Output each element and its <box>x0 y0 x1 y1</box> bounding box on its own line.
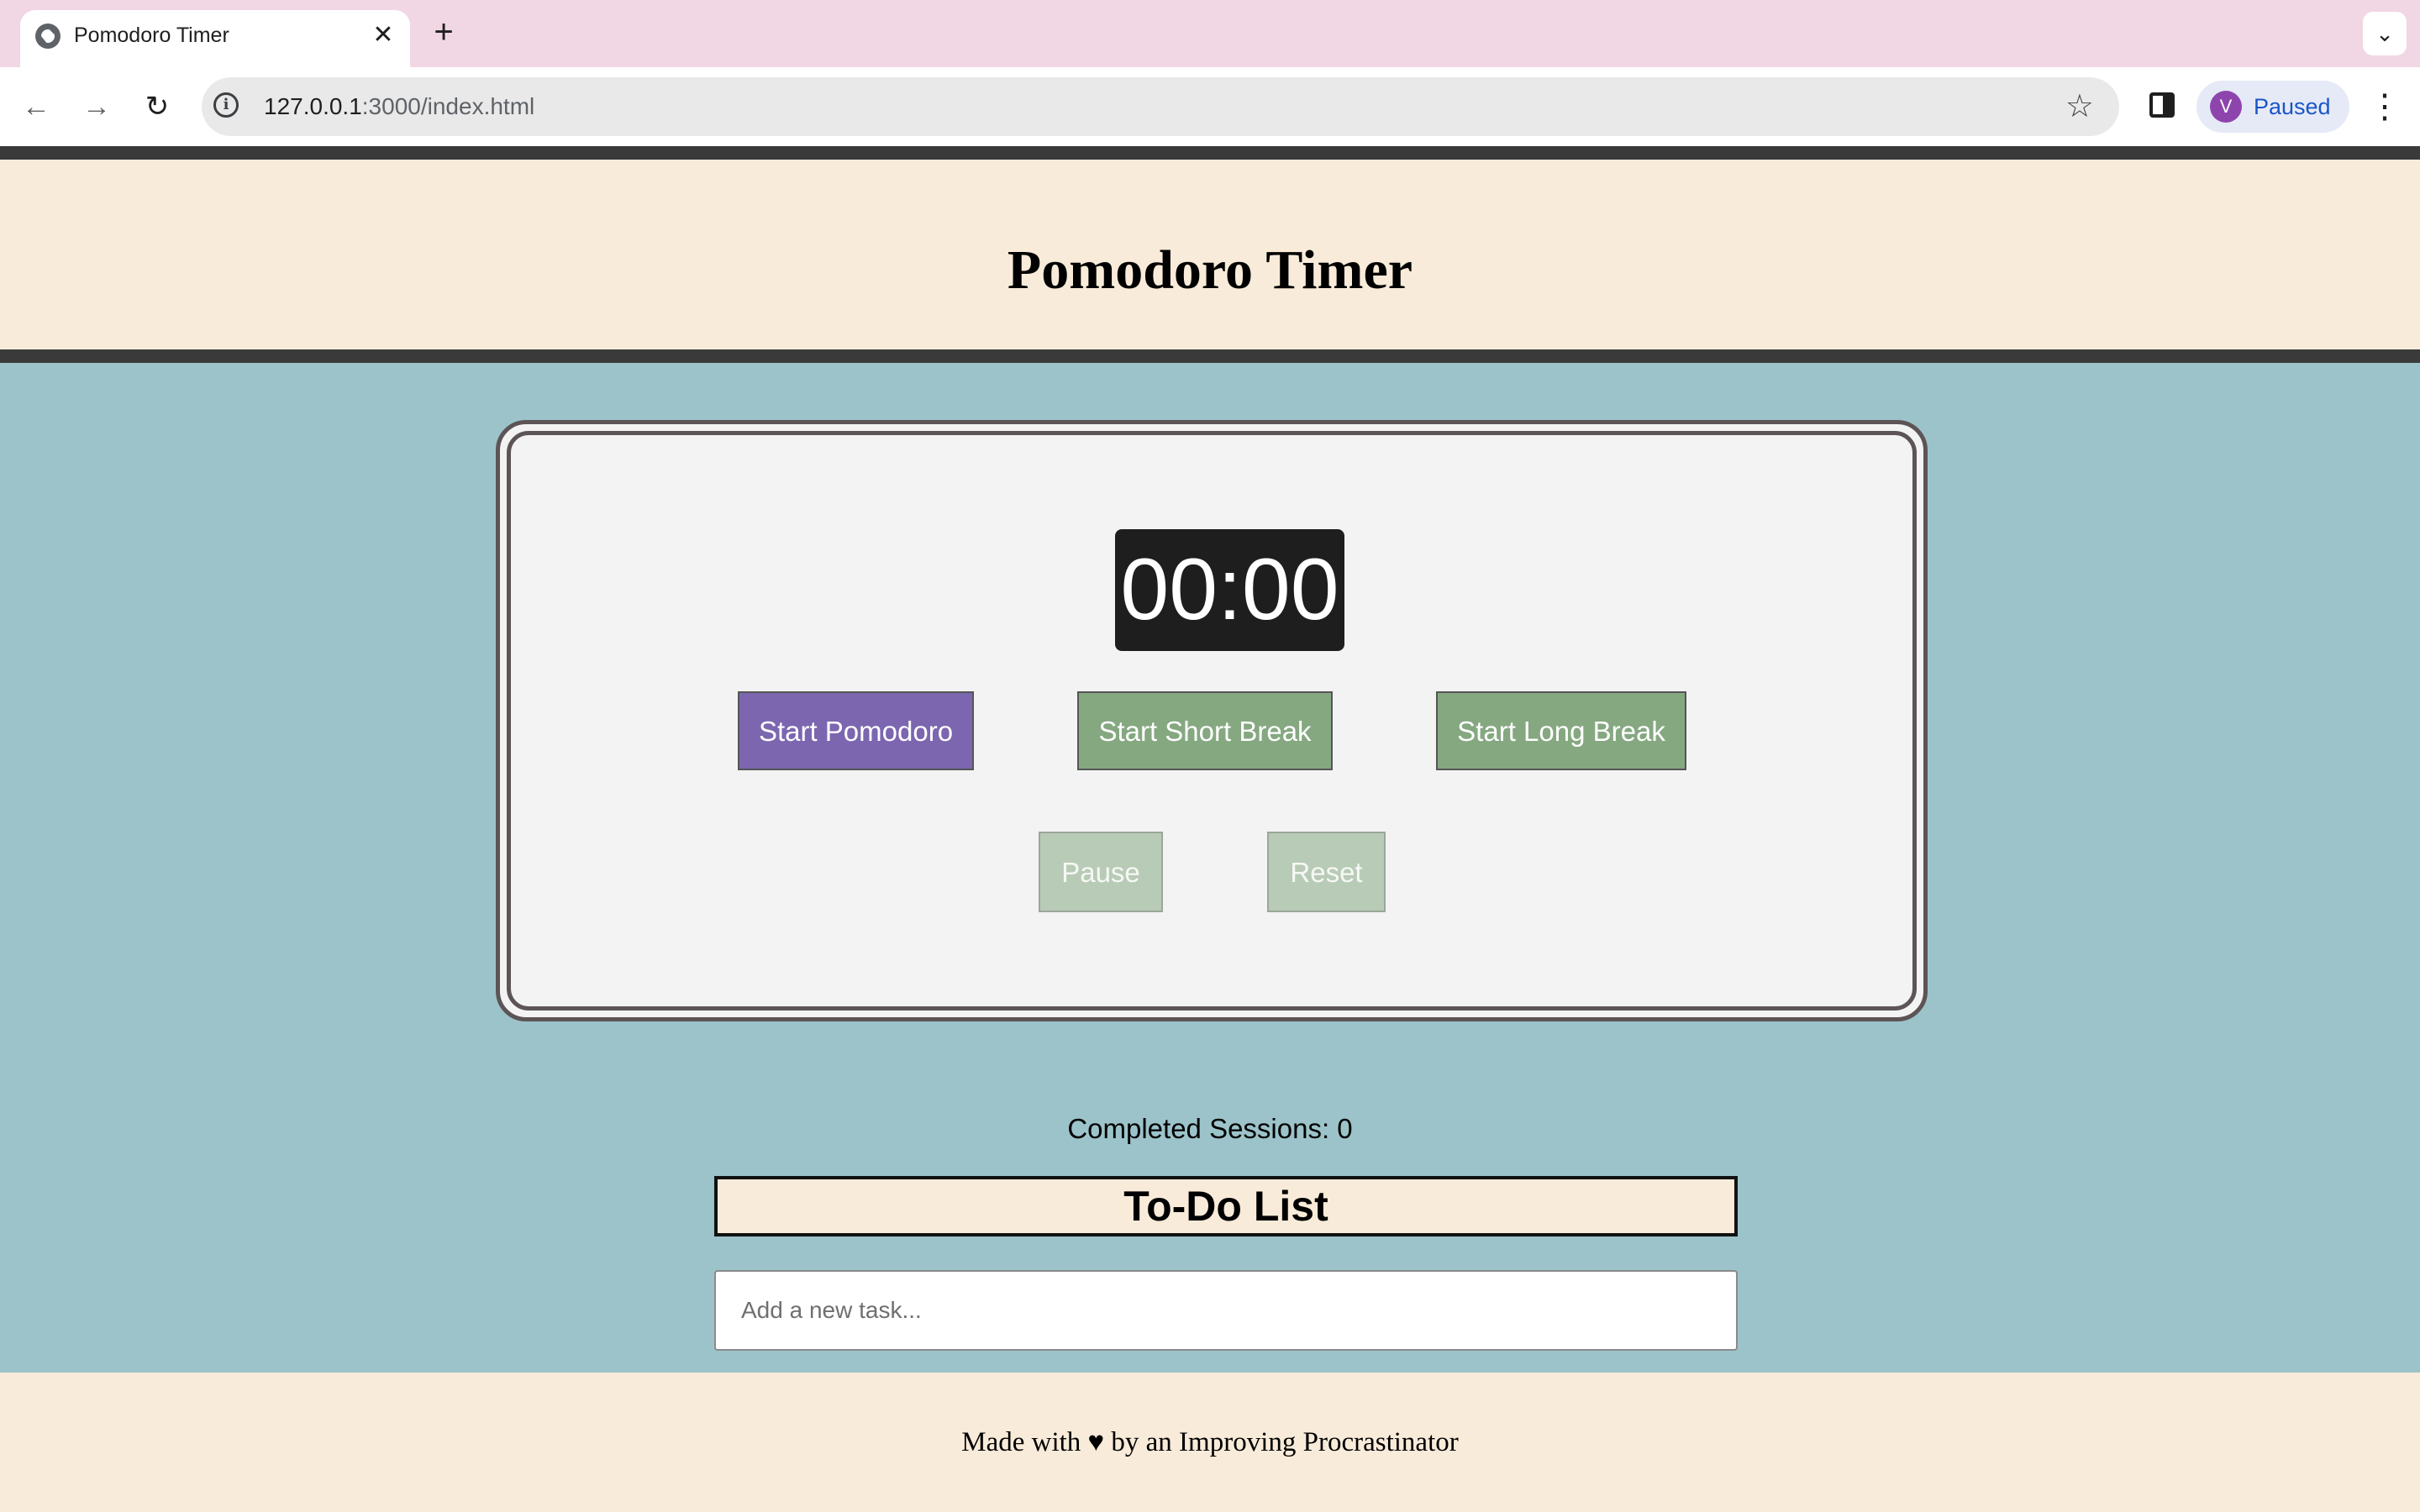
browser-tab-strip: Pomodoro Timer ✕ + ⌄ <box>0 0 2420 67</box>
browser-tab[interactable]: Pomodoro Timer ✕ <box>20 10 410 67</box>
reset-button[interactable]: Reset <box>1267 832 1386 912</box>
new-task-input[interactable] <box>714 1270 1738 1351</box>
avatar: V <box>2210 91 2242 123</box>
chevron-down-icon[interactable]: ⌄ <box>2363 12 2407 55</box>
page-footer: Made with ♥ by an Improving Procrastinat… <box>0 1373 2420 1512</box>
start-long-break-button[interactable]: Start Long Break <box>1436 691 1686 770</box>
reload-icon[interactable]: ↻ <box>136 86 178 128</box>
address-bar[interactable]: i 127.0.0.1:3000/index.html ☆ <box>202 77 2119 136</box>
todo-heading: To-Do List <box>714 1176 1738 1236</box>
start-short-break-button[interactable]: Start Short Break <box>1077 691 1333 770</box>
url-host: 127.0.0.1 <box>264 93 362 119</box>
profile-status: Paused <box>2254 94 2331 119</box>
tab-title: Pomodoro Timer <box>74 24 229 47</box>
footer-text: Made with ♥ by an Improving Procrastinat… <box>961 1427 1459 1457</box>
page-title: Pomodoro Timer <box>1007 239 1413 301</box>
start-pomodoro-button[interactable]: Start Pomodoro <box>738 691 974 770</box>
page-header: Pomodoro Timer <box>0 146 2420 363</box>
star-icon[interactable]: ☆ <box>2065 87 2094 126</box>
info-icon[interactable]: i <box>213 92 239 118</box>
more-menu-icon[interactable]: ⋮ <box>2368 84 2402 129</box>
completed-sessions: Completed Sessions: 0 <box>1067 1113 1353 1144</box>
browser-toolbar: ← → ↻ i 127.0.0.1:3000/index.html ☆ V Pa… <box>0 67 2420 146</box>
close-icon[interactable]: ✕ <box>368 20 398 50</box>
forward-arrow-icon[interactable]: → <box>76 86 118 128</box>
pause-button[interactable]: Pause <box>1039 832 1163 912</box>
globe-icon <box>35 24 60 49</box>
plus-icon[interactable]: + <box>425 15 462 52</box>
profile-button[interactable]: V Paused <box>2196 81 2349 133</box>
back-arrow-icon[interactable]: ← <box>15 86 57 128</box>
side-panel-icon[interactable] <box>2149 92 2175 118</box>
url-path: :3000/index.html <box>361 93 535 119</box>
timer-display: 00:00 <box>1115 529 1344 651</box>
url-text[interactable]: 127.0.0.1:3000/index.html <box>264 93 534 120</box>
